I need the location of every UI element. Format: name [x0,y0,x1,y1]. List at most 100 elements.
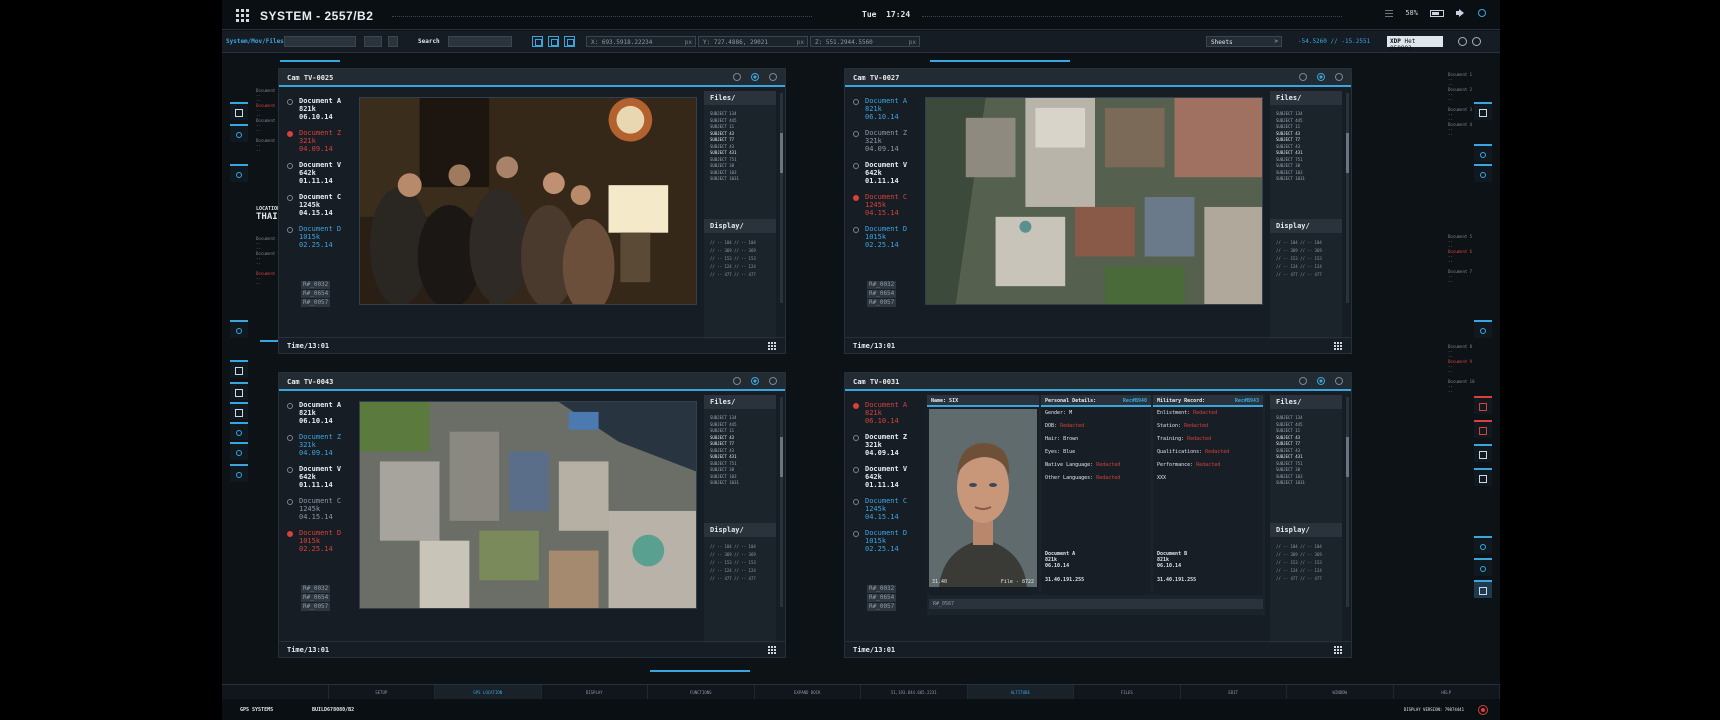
record-icon[interactable] [230,320,248,338]
record-toggle-icon[interactable] [1317,73,1325,81]
document-item[interactable]: Document C 1245k 04.15.14 [853,193,919,217]
document-item[interactable]: Document Z 321k 04.09.14 [287,129,353,153]
grid-view-icon[interactable] [564,36,575,47]
document-item[interactable]: Document V 642k 01.11.14 [853,465,919,489]
target-icon[interactable] [1474,164,1492,182]
volume-icon[interactable] [1456,9,1466,17]
file-icon[interactable] [230,402,248,420]
breadcrumb[interactable]: System/Mov/Files [226,38,284,45]
expand-icon[interactable] [1335,73,1343,81]
grid-menu-icon[interactable] [768,342,777,351]
tab-coordinates[interactable]: 51,193.844.605.2231 [861,685,968,699]
subject-item[interactable]: SUBJECT 1031 [710,176,770,183]
target-icon[interactable] [230,124,248,142]
document-item[interactable]: Document A 821k 06.10.14 [853,97,919,121]
chart-view-icon[interactable] [548,36,559,47]
minimize-icon[interactable] [733,73,741,81]
linked-document[interactable]: Document B 821k 06.10.14 31.40.191.255 [1157,551,1196,583]
menu-icon[interactable] [1385,9,1394,17]
grid-menu-icon[interactable] [1334,342,1343,351]
home-icon[interactable] [230,360,248,378]
expand-icon[interactable] [769,73,777,81]
minus-icon[interactable] [1474,468,1492,486]
minimize-icon[interactable] [1299,73,1307,81]
document-item[interactable]: Document D 1015k 02.25.14 [287,225,353,249]
brightness-icon[interactable] [230,422,248,440]
coord-y-field[interactable]: Y: 727.4886, 29021 px [698,36,808,47]
camera-feed-aerial-river[interactable] [359,401,697,609]
camera-feed-party[interactable] [359,97,697,305]
grid-menu-icon[interactable] [1334,646,1343,655]
settings-icon[interactable] [230,164,248,182]
scrollbar[interactable] [1346,93,1349,303]
tab-edit[interactable]: EDIT [1180,685,1287,699]
document-item[interactable]: Document A 821k 06.10.14 [287,401,353,425]
path-field[interactable] [284,36,356,47]
tab-functions[interactable]: FUNCTIONS [648,685,755,699]
document-item[interactable]: Document A 821k 06.10.14 [287,97,353,121]
minus-icon[interactable] [1474,444,1492,462]
camera-feed-aerial[interactable] [925,97,1263,305]
document-icon[interactable] [230,102,248,120]
document-item[interactable]: Document V 642k 01.11.14 [287,465,353,489]
document-item[interactable]: Document A 821k 06.10.14 [853,401,919,425]
record-toggle-icon[interactable] [751,377,759,385]
document-item[interactable]: Document Z 321k 04.09.14 [287,433,353,457]
info-icon[interactable] [1458,37,1467,46]
alert-up-icon[interactable] [1474,396,1492,414]
tab-setup[interactable]: SETUP [328,685,435,699]
crosshair-icon[interactable] [230,442,248,460]
close-icon[interactable] [1472,37,1481,46]
sheets-dropdown[interactable]: Sheets > [1206,36,1282,47]
coord-x-field[interactable]: X: 693.5918.22234 px [586,36,696,47]
expand-icon[interactable] [1335,377,1343,385]
layout-view-icon[interactable] [532,36,543,47]
coord-z-field[interactable]: Z: 551.2944.5560 px [810,36,920,47]
subject-item[interactable]: SUBJECT 1031 [1276,176,1336,183]
minimize-icon[interactable] [1299,377,1307,385]
document-item[interactable]: Document V 642k 01.11.14 [853,161,919,185]
document-item[interactable]: Document C 1245k 04.15.14 [853,497,919,521]
dropdown-field[interactable] [364,36,382,47]
tab-help[interactable]: HELP [1393,685,1500,699]
tab-altitude[interactable]: ALTITUDE [967,685,1074,699]
app-grid-icon[interactable] [236,9,250,23]
tab-window[interactable]: WINDOW [1287,685,1394,699]
profile-name: Name: SIX [927,395,1039,407]
linked-document[interactable]: Document A 821k 06.10.14 31.40.191.255 [1045,551,1084,583]
document-item[interactable]: Document D 1015k 02.25.14 [287,529,353,553]
document-item[interactable]: Document C 1245k 04.15.14 [287,193,353,217]
status-ring-icon[interactable] [1478,9,1486,17]
expand-icon[interactable] [769,377,777,385]
record-toggle-icon[interactable] [751,73,759,81]
record-toggle-icon[interactable] [1317,377,1325,385]
lock-icon[interactable] [1474,536,1492,554]
subject-item[interactable]: SUBJECT 1031 [1276,480,1336,487]
grid-menu-icon[interactable] [768,646,777,655]
active-square-icon[interactable] [1474,580,1492,598]
toggle-box[interactable] [388,36,398,47]
search-input[interactable] [448,36,512,47]
tab-display[interactable]: DISPLAY [541,685,648,699]
document-item[interactable]: Document D 1015k 02.25.14 [853,225,919,249]
search-icon[interactable] [1474,558,1492,576]
tab-gps-location[interactable]: GPS LOCATION [435,685,542,699]
tab-expand-dock[interactable]: EXPAND DOCK [754,685,861,699]
document-item[interactable]: Document V 642k 01.11.14 [287,161,353,185]
scrollbar[interactable] [780,93,783,303]
document-item[interactable]: Document Z 321k 04.09.14 [853,433,919,457]
document-item[interactable]: Document Z 321k 04.09.14 [853,129,919,153]
scrollbar[interactable] [780,397,783,607]
document-item[interactable]: Document C 1245k 04.15.14 [287,497,353,521]
alert-down-icon[interactable] [1474,420,1492,438]
subject-item[interactable]: SUBJECT 1031 [710,480,770,487]
minimize-icon[interactable] [733,377,741,385]
scrollbar[interactable] [1346,397,1349,607]
gear-icon[interactable] [230,464,248,482]
ship-icon[interactable] [230,382,248,400]
document-item[interactable]: Document D 1015k 02.25.14 [853,529,919,553]
record-icon[interactable] [1474,320,1492,338]
bottom-tab[interactable] [222,685,329,699]
settings-icon[interactable] [1474,144,1492,162]
tab-files[interactable]: FILES [1074,685,1181,699]
